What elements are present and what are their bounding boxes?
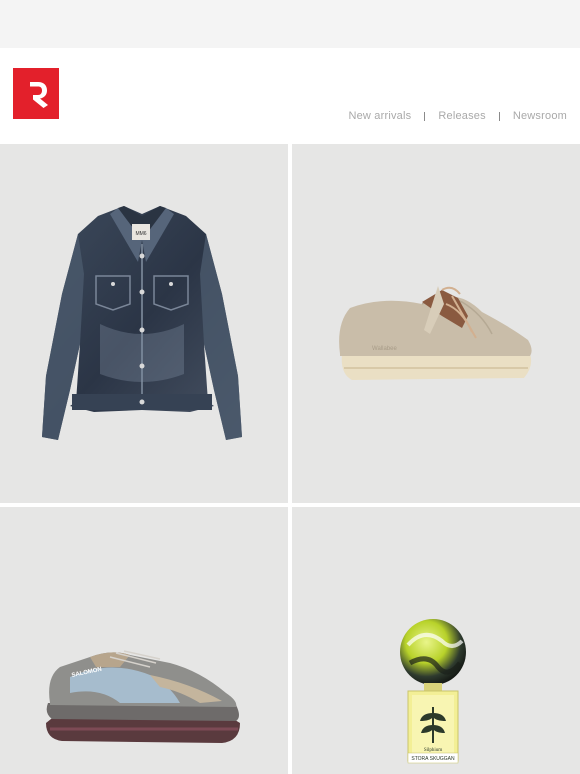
r-arrow-logo-icon: [30, 82, 48, 108]
perfume-bottle-icon: Silphium STORA SKUGGAN: [400, 619, 466, 764]
jacket-label: MM6: [135, 231, 146, 237]
product-grid: MM6 Wallabee SALOMON Silphium STORA SKUG…: [0, 142, 580, 774]
nav-divider: [424, 111, 426, 121]
product-tile-perfume[interactable]: Silphium STORA SKUGGAN: [292, 507, 580, 774]
suede-moccasin-shoe-icon: Wallabee: [339, 286, 532, 380]
header: New arrivals Releases Newsroom: [0, 48, 580, 142]
top-spacer-bar: [0, 0, 580, 48]
product-tile-suede-shoe[interactable]: Wallabee: [292, 144, 580, 503]
denim-jacket-icon: MM6: [42, 206, 242, 440]
nav-divider: [498, 111, 500, 121]
perfume-name-label: Silphium: [424, 748, 442, 753]
nav-releases[interactable]: Releases: [438, 110, 485, 122]
nav-new-arrivals[interactable]: New arrivals: [348, 110, 411, 122]
nav-newsroom[interactable]: Newsroom: [513, 110, 567, 122]
product-tile-denim-jacket[interactable]: MM6: [0, 144, 288, 503]
perfume-brand-label: STORA SKUGGAN: [411, 756, 455, 762]
trail-running-sneaker-icon: SALOMON: [46, 650, 240, 743]
brand-logo[interactable]: [13, 68, 59, 119]
shoe-brand-label: Wallabee: [372, 346, 397, 352]
main-nav: New arrivals Releases Newsroom: [348, 110, 567, 122]
product-tile-trail-sneaker[interactable]: SALOMON: [0, 507, 288, 774]
